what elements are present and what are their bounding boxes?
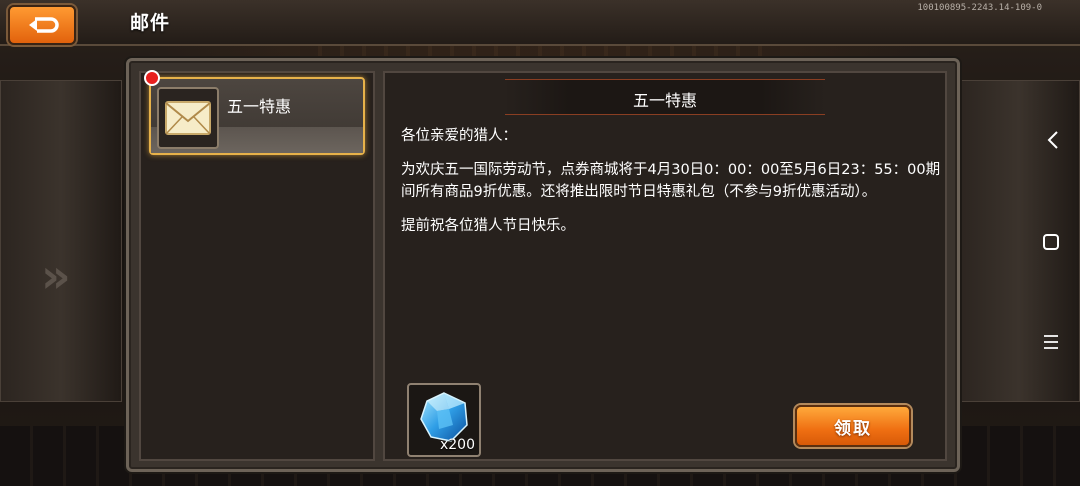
nav-menu-icon[interactable] <box>1042 334 1060 355</box>
message-title: 五一特惠 <box>632 91 697 110</box>
message-body: 各位亲爱的猎人： 为欢庆五一国际劳动节，点券商城将于4月30日0：00：00至5… <box>401 125 941 249</box>
message-panel: 五一特惠 各位亲爱的猎人： 为欢庆五一国际劳动节，点券商城将于4月30日0：00… <box>383 71 947 461</box>
back-arrow-icon <box>29 17 59 33</box>
mail-item-title: 五一特惠 <box>227 97 292 116</box>
background-right-door <box>958 80 1080 402</box>
mail-icon-box <box>157 87 219 149</box>
nav-home-icon[interactable] <box>1042 233 1060 256</box>
top-bar: 邮件 100100895-2243.14-109-0 <box>0 0 1080 46</box>
page-title: 邮件 <box>130 12 171 34</box>
message-title-bar: 五一特惠 <box>505 79 825 115</box>
background-left-door: » <box>0 80 122 402</box>
unread-badge <box>144 70 160 86</box>
back-button[interactable] <box>8 5 76 45</box>
message-closing: 提前祝各位猎人节日快乐。 <box>401 218 575 234</box>
mail-list-item[interactable]: 五一特惠 <box>149 77 365 155</box>
version-label: 100100895-2243.14-109-0 <box>917 3 1042 13</box>
reward-count: x200 <box>439 437 475 453</box>
chevron-right-icon: » <box>41 249 71 303</box>
reward-item[interactable]: x200 <box>407 383 481 457</box>
claim-button[interactable]: 领取 <box>795 405 911 447</box>
envelope-icon <box>165 101 211 135</box>
message-paragraph: 为欢庆五一国际劳动节，点券商城将于4月30日0：00：00至5月6日23：55：… <box>401 162 941 200</box>
mail-window: 五一特惠 五一特惠 各位亲爱的猎人： 为欢庆五一国际劳动节，点券商城将于4月30… <box>126 58 960 472</box>
message-greeting: 各位亲爱的猎人： <box>401 128 517 144</box>
mail-list: 五一特惠 <box>139 71 375 461</box>
nav-back-icon[interactable] <box>1046 130 1060 155</box>
